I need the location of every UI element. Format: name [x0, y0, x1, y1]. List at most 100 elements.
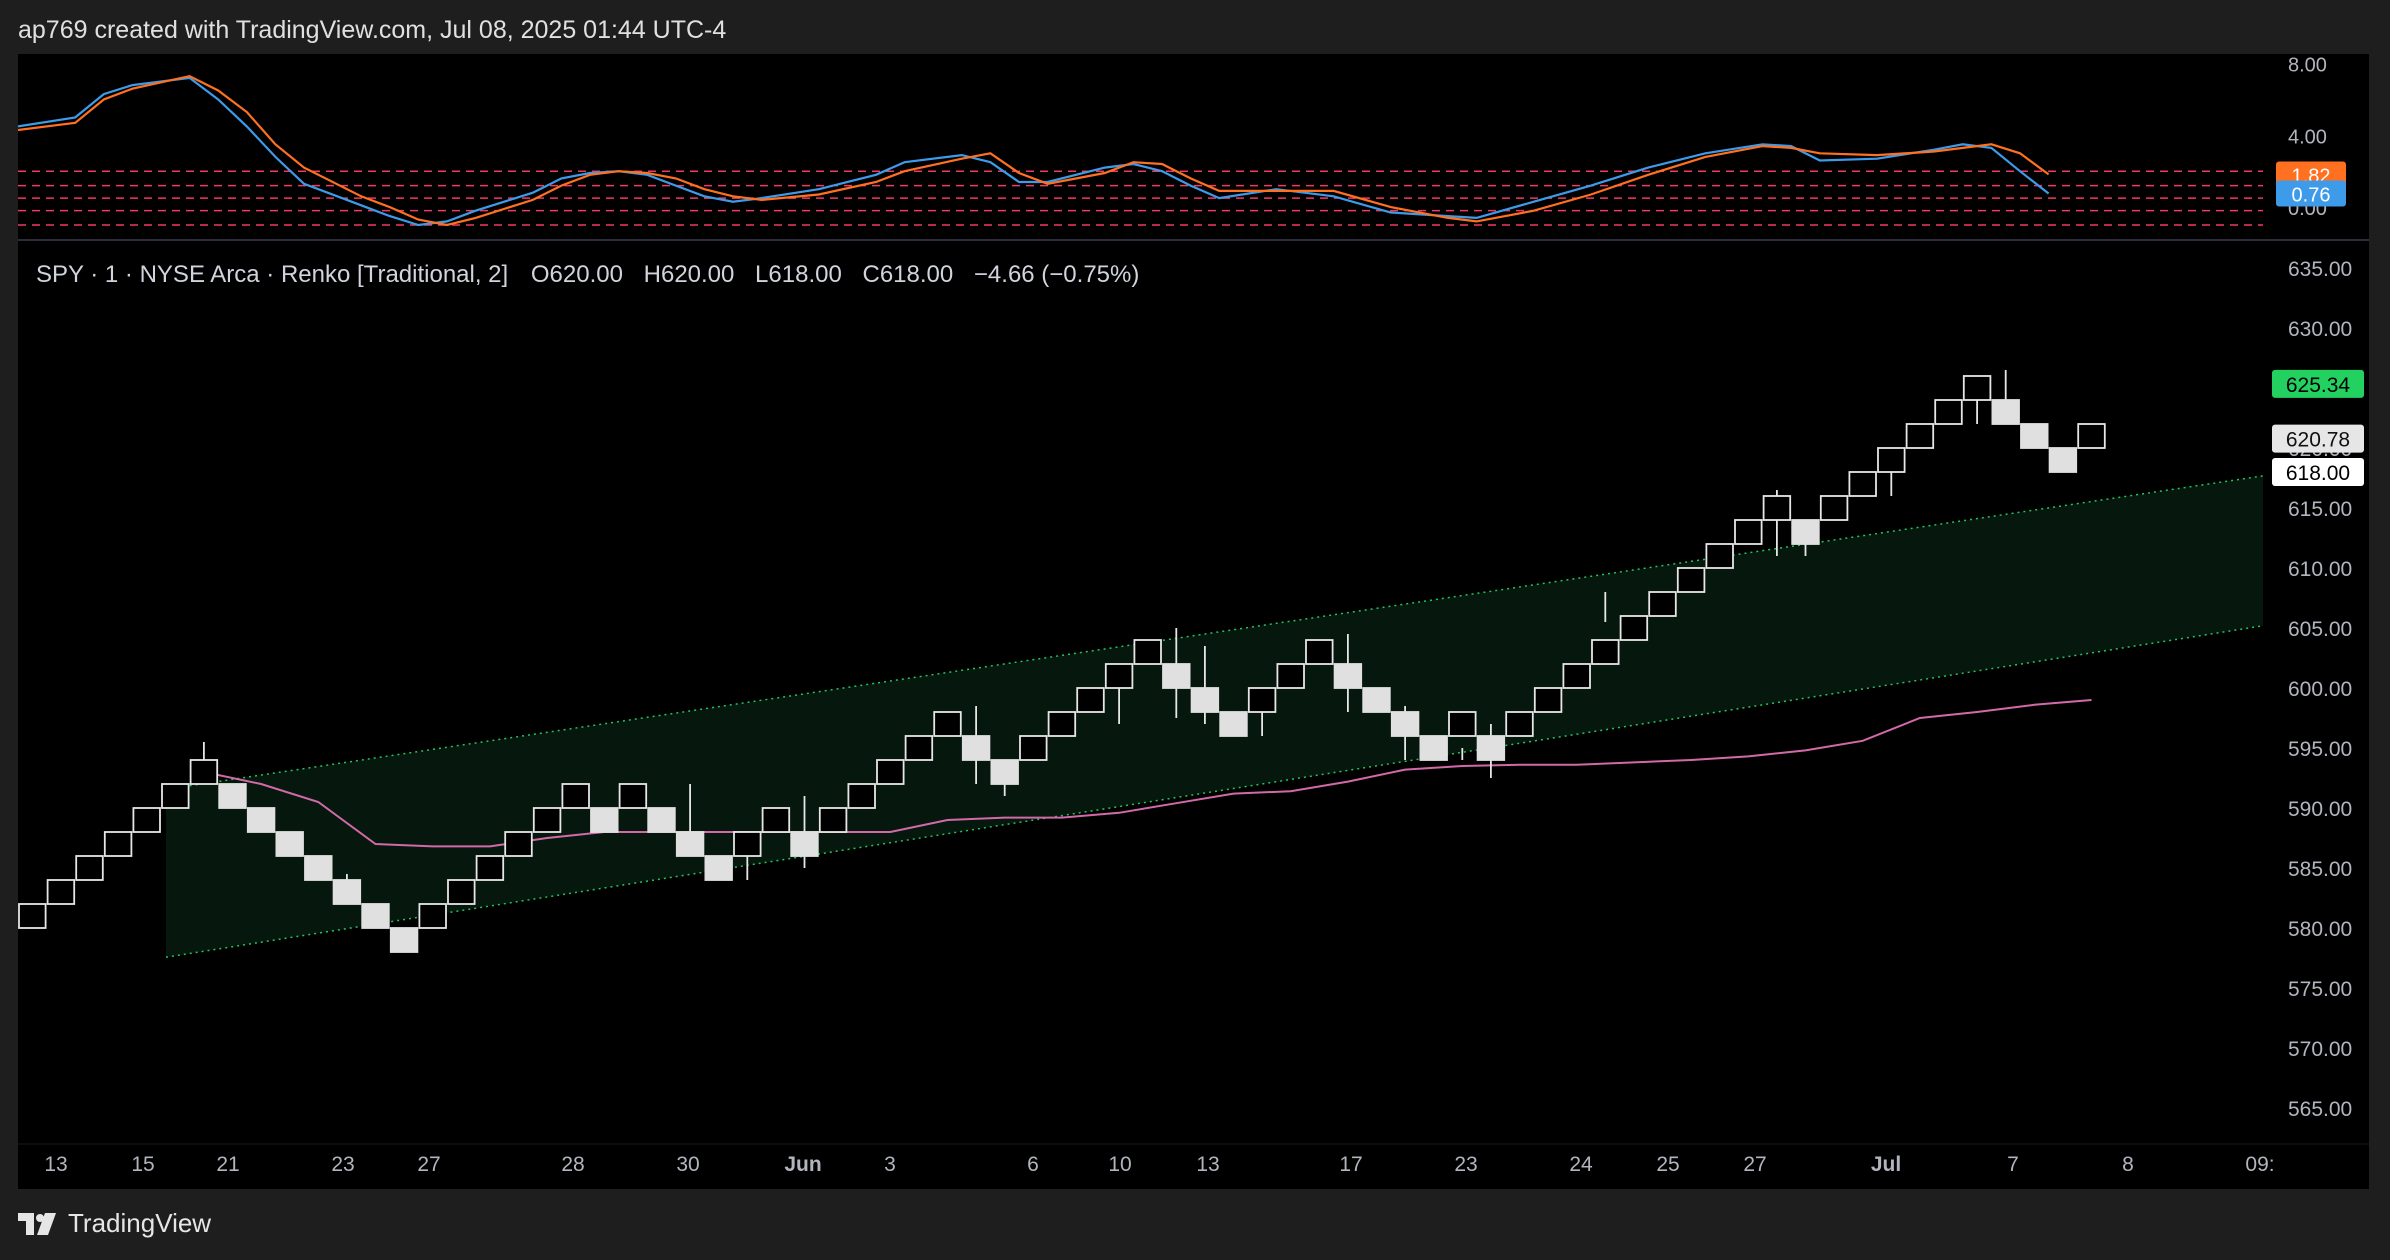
renko-brick-up [1648, 591, 1677, 617]
renko-brick-down [1362, 687, 1391, 713]
price-y-tick: 575.00 [2288, 978, 2352, 1001]
time-x-tick: 10 [1108, 1153, 1131, 1176]
renko-brick-down [304, 855, 333, 881]
renko-brick-down [1162, 663, 1191, 689]
renko-brick-up [1619, 615, 1649, 641]
renko-brick-down [2020, 423, 2049, 449]
renko-brick-down [990, 759, 1019, 785]
renko-brick-down [647, 807, 676, 833]
time-x-tick: 28 [561, 1153, 584, 1176]
renko-brick-up [1962, 375, 1992, 401]
legend-low: 618.00 [768, 261, 841, 288]
renko-brick-down [218, 783, 247, 809]
renko-brick-down [1333, 663, 1363, 689]
renko-brick-up [1247, 687, 1277, 713]
time-x-tick: 3 [884, 1153, 896, 1176]
renko-brick-up [447, 879, 476, 905]
time-x-tick: 15 [131, 1153, 154, 1176]
renko-brick-up [189, 759, 219, 785]
renko-brick-up [132, 807, 161, 833]
renko-brick-up [933, 711, 962, 737]
renko-brick-up [1047, 711, 1077, 737]
renko-brick-down [961, 735, 991, 761]
renko-brick-up [1104, 663, 1134, 689]
time-x-tick: 13 [44, 1153, 67, 1176]
tradingview-logo-icon [18, 1212, 56, 1235]
legend-symbol: SPY · 1 · NYSE Arca · Renko [Traditional… [36, 261, 508, 288]
time-x-tick: 21 [216, 1153, 239, 1176]
oscillator-pane: 8.004.000.001.820.76 [18, 55, 2369, 241]
renko-brick-up [1448, 711, 1477, 737]
renko-brick-down [590, 807, 619, 833]
legend-close: 618.00 [880, 261, 953, 288]
renko-brick-down [1390, 711, 1420, 737]
time-x-tick: 17 [1339, 1153, 1362, 1176]
renko-brick-down [361, 903, 390, 929]
price-y-tick: 615.00 [2288, 498, 2352, 521]
price-badge-label: 620.78 [2286, 429, 2350, 452]
osc-y-tick: 8.00 [2288, 55, 2327, 77]
chart-canvas[interactable]: 8.004.000.001.820.76 635.00 630.00 620.00 6… [18, 54, 2369, 1189]
legend-open-label: O [531, 261, 550, 288]
renko-brick-down [1991, 399, 2020, 425]
renko-brick-down [675, 831, 705, 857]
renko-brick-up [1133, 639, 1162, 665]
price-badge-label: 625.34 [2286, 374, 2351, 397]
price-y-tick: 595.00 [2288, 738, 2352, 761]
time-x-tick: 30 [676, 1153, 699, 1176]
renko-brick-up [1505, 711, 1534, 737]
renko-brick-up [75, 855, 104, 881]
renko-brick-down [389, 927, 419, 953]
renko-brick-up [1562, 663, 1591, 689]
legend-open: 620.00 [550, 261, 623, 288]
time-axis[interactable]: 13 15 21 23 27 28 30 Jun 3 6 10 13 17 23 24 25 27 Jul 7 8 09… [18, 1143, 2369, 1176]
renko-brick-up [418, 903, 447, 929]
chart-frame[interactable]: 8.004.000.001.820.76 635.00 630.00 620.00 6… [18, 54, 2369, 1189]
renko-brick-up [1877, 447, 1906, 473]
legend-high-label: H [644, 261, 661, 288]
price-y-tick: 580.00 [2288, 918, 2352, 941]
renko-brick-down [1476, 735, 1506, 761]
renko-brick-down [332, 879, 362, 905]
time-x-tick: 13 [1196, 1153, 1219, 1176]
header-attribution: ap769 created with TradingView.com, Jul … [18, 16, 727, 44]
time-x-tick: 23 [1454, 1153, 1477, 1176]
renko-brick-down [1190, 687, 1220, 713]
channel-fill [166, 475, 2263, 958]
price-y-tick: 610.00 [2288, 558, 2352, 581]
time-x-tick: 09: [2245, 1153, 2274, 1176]
time-x-tick: Jul [1871, 1153, 1901, 1176]
price-y-tick: 565.00 [2288, 1098, 2352, 1121]
renko-brick-up [1905, 423, 1935, 449]
renko-brick-up [761, 807, 791, 833]
renko-brick-down [1219, 711, 1248, 737]
legend-low-label: L [755, 261, 768, 288]
renko-brick-up [876, 759, 905, 785]
renko-brick-up [1762, 495, 1792, 521]
renko-brick-down [275, 831, 304, 857]
price-y-tick: 585.00 [2288, 858, 2352, 881]
renko-brick-up [561, 783, 590, 809]
price-y-tick: 630.00 [2288, 318, 2352, 341]
renko-brick-up [904, 735, 934, 761]
legend-change: −4.66 (−0.75%) [974, 261, 1139, 288]
legend: SPY · 1 · NYSE Arca · Renko [Traditional… [36, 261, 1139, 288]
renko-brick-up [46, 879, 76, 905]
price-y-tick: 600.00 [2288, 678, 2352, 701]
renko-brick-up [18, 903, 47, 929]
renko-brick-up [1734, 519, 1763, 545]
renko-brick-up [1533, 687, 1563, 713]
renko-brick-up [103, 831, 133, 857]
renko-brick-up [818, 807, 848, 833]
renko-brick-up [1705, 543, 1734, 569]
renko-brick-up [847, 783, 876, 809]
footer: TradingView [18, 1208, 211, 1239]
price-y-tick: 590.00 [2288, 798, 2352, 821]
time-x-tick: 27 [1743, 1153, 1766, 1176]
renko-brick-up [733, 831, 762, 857]
renko-brick-up [1305, 639, 1334, 665]
renko-brick-down [1419, 735, 1448, 761]
renko-brick-down [2048, 447, 2078, 473]
price-y-tick: 635.00 [2288, 258, 2352, 281]
renko-brick-down [790, 831, 819, 857]
